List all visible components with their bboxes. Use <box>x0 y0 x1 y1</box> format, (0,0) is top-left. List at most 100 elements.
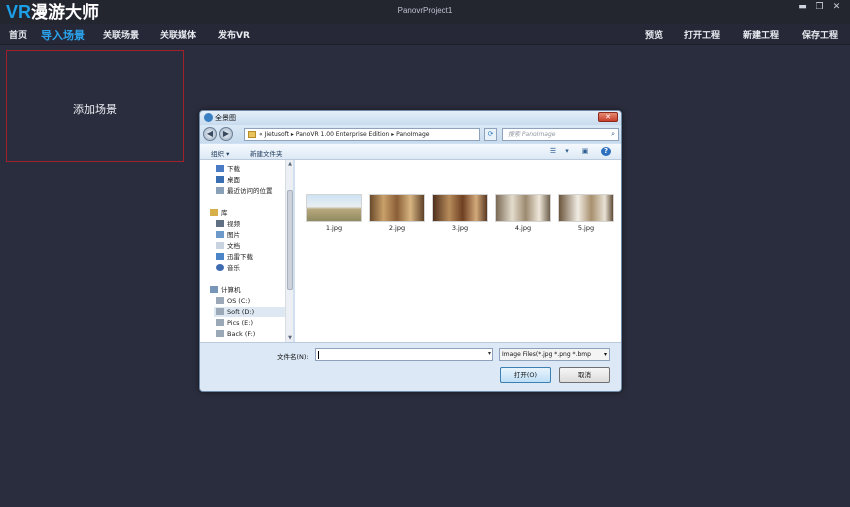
dialog-close-icon[interactable]: ✕ <box>598 112 618 122</box>
address-bar-row: ◀ ▶ « Jietusoft ▸ PanoVR 1.00 Enterprise… <box>200 125 621 143</box>
panorama-thumbnail <box>369 194 425 222</box>
panorama-thumbnail <box>495 194 551 222</box>
navigation-tree: 下载 桌面 最近访问的位置 库 视频 图片 文档 迅雷下载 音乐 计算机 OS … <box>200 160 294 342</box>
address-path-text: « Jietusoft ▸ PanoVR 1.00 Enterprise Edi… <box>259 131 430 138</box>
search-placeholder: 搜索 PanoImage <box>508 131 556 138</box>
file-name: 4.jpg <box>514 224 532 232</box>
scroll-up-icon[interactable]: ▲ <box>286 160 293 168</box>
dialog-title-bar: 全景图 ✕ <box>200 111 621 125</box>
filetype-value: Image Files(*.jpg *.png *.bmp <box>502 351 591 358</box>
file-name: 3.jpg <box>451 224 469 232</box>
drive-icon <box>216 330 224 337</box>
scroll-down-icon[interactable]: ▼ <box>286 334 293 342</box>
tree-item-computer[interactable]: 计算机 <box>210 285 241 295</box>
add-scene-box[interactable]: 添加场景 <box>6 50 184 162</box>
video-icon <box>216 220 224 227</box>
dialog-toolbar: 组织 ▾ 新建文件夹 ☰ ▾ ▣ ? <box>200 144 621 160</box>
address-path[interactable]: « Jietusoft ▸ PanoVR 1.00 Enterprise Edi… <box>244 128 480 141</box>
search-icon: ⌕ <box>611 130 615 138</box>
tree-item-drive-c[interactable]: OS (C:) <box>216 296 250 306</box>
file-list: 1.jpg 2.jpg 3.jpg 4.jpg 5.jpg <box>295 160 621 342</box>
drive-icon <box>216 319 224 326</box>
close-icon[interactable]: ✕ <box>831 2 842 13</box>
menu-preview[interactable]: 预览 <box>645 28 663 41</box>
tree-item-documents[interactable]: 文档 <box>216 241 240 251</box>
tree-item-pictures[interactable]: 图片 <box>216 230 240 240</box>
search-input[interactable]: 搜索 PanoImage ⌕ <box>502 128 619 141</box>
menu-import-scene[interactable]: 导入场景 <box>41 27 85 43</box>
tree-item-downloads[interactable]: 下载 <box>216 164 240 174</box>
folder-icon <box>248 131 256 138</box>
dialog-app-icon <box>204 113 213 122</box>
drive-icon <box>216 308 224 315</box>
dialog-title: 全景图 <box>215 114 236 122</box>
filename-dropdown-icon[interactable]: ▾ <box>488 350 491 357</box>
tree-label: OS (C:) <box>227 297 251 305</box>
tree-label: 文档 <box>227 242 240 250</box>
file-item-3[interactable]: 3.jpg <box>432 194 488 238</box>
file-name: 1.jpg <box>325 224 343 232</box>
view-options-icon[interactable]: ☰ <box>548 147 558 156</box>
filetype-select[interactable]: Image Files(*.jpg *.png *.bmp ▾ <box>499 348 610 361</box>
recent-places-icon <box>216 187 224 194</box>
file-name: 2.jpg <box>388 224 406 232</box>
scrollbar-thumb[interactable] <box>287 190 293 290</box>
add-scene-label: 添加场景 <box>73 103 117 116</box>
preview-pane-icon[interactable]: ▣ <box>580 147 590 156</box>
tree-label: Back (F:) <box>227 330 256 338</box>
tree-item-thunder[interactable]: 迅雷下载 <box>216 252 253 262</box>
help-icon[interactable]: ? <box>601 147 611 156</box>
title-bar: VR漫游大师 PanovrProject1 ▬ ❐ ✕ <box>0 0 850 24</box>
menu-new-project[interactable]: 新建工程 <box>743 28 779 41</box>
tree-label: 图片 <box>227 231 240 239</box>
new-folder-button[interactable]: 新建文件夹 <box>250 148 283 158</box>
menu-link-media[interactable]: 关联媒体 <box>160 28 196 41</box>
tree-label: 计算机 <box>221 286 241 294</box>
file-item-2[interactable]: 2.jpg <box>369 194 425 238</box>
file-item-4[interactable]: 4.jpg <box>495 194 551 238</box>
text-caret <box>318 351 319 359</box>
computer-icon <box>210 286 218 293</box>
menu-open-project[interactable]: 打开工程 <box>684 28 720 41</box>
picture-icon <box>216 231 224 238</box>
tree-item-music[interactable]: 音乐 <box>216 263 240 273</box>
menu-save-project[interactable]: 保存工程 <box>802 28 838 41</box>
menu-home[interactable]: 首页 <box>9 28 27 41</box>
window-controls: ▬ ❐ ✕ <box>797 2 842 13</box>
cancel-button[interactable]: 取消 <box>559 367 610 383</box>
forward-arrow-icon[interactable]: ▶ <box>219 127 233 141</box>
menu-publish-vr[interactable]: 发布VR <box>218 28 250 41</box>
tree-label: 音乐 <box>227 264 240 272</box>
back-arrow-icon[interactable]: ◀ <box>203 127 217 141</box>
menu-bar: 首页 导入场景 关联场景 关联媒体 发布VR 预览 打开工程 新建工程 保存工程 <box>0 24 850 45</box>
organize-button[interactable]: 组织 ▾ <box>211 148 229 158</box>
refresh-icon[interactable]: ⟳ <box>484 128 497 141</box>
tree-label: 库 <box>221 209 228 217</box>
tree-item-libraries[interactable]: 库 <box>210 208 228 218</box>
desktop-icon <box>216 176 224 183</box>
tree-item-desktop[interactable]: 桌面 <box>216 175 240 185</box>
tree-item-recent[interactable]: 最近访问的位置 <box>216 186 273 196</box>
downloads-icon <box>216 165 224 172</box>
tree-item-videos[interactable]: 视频 <box>216 219 240 229</box>
minimize-icon[interactable]: ▬ <box>797 2 808 13</box>
tree-label: 最近访问的位置 <box>227 187 273 195</box>
tree-item-drive-f[interactable]: Back (F:) <box>216 329 255 339</box>
project-title: PanovrProject1 <box>397 6 453 15</box>
file-item-1[interactable]: 1.jpg <box>306 194 362 238</box>
drive-icon <box>216 297 224 304</box>
tree-label: 视频 <box>227 220 240 228</box>
tree-label: Pics (E:) <box>227 319 253 327</box>
restore-icon[interactable]: ❐ <box>814 2 825 13</box>
filename-input[interactable]: ▾ <box>315 348 493 361</box>
tree-item-drive-e[interactable]: Pics (E:) <box>216 318 253 328</box>
tree-item-drive-d[interactable]: Soft (D:) <box>214 307 287 317</box>
tree-scrollbar[interactable]: ▲ ▼ <box>285 160 293 342</box>
open-button[interactable]: 打开(O) <box>500 367 551 383</box>
panorama-thumbnail <box>432 194 488 222</box>
tree-label: 下载 <box>227 165 240 173</box>
view-dropdown-icon[interactable]: ▾ <box>562 147 572 156</box>
file-item-5[interactable]: 5.jpg <box>558 194 614 238</box>
library-icon <box>210 209 218 216</box>
menu-link-scene[interactable]: 关联场景 <box>103 28 139 41</box>
